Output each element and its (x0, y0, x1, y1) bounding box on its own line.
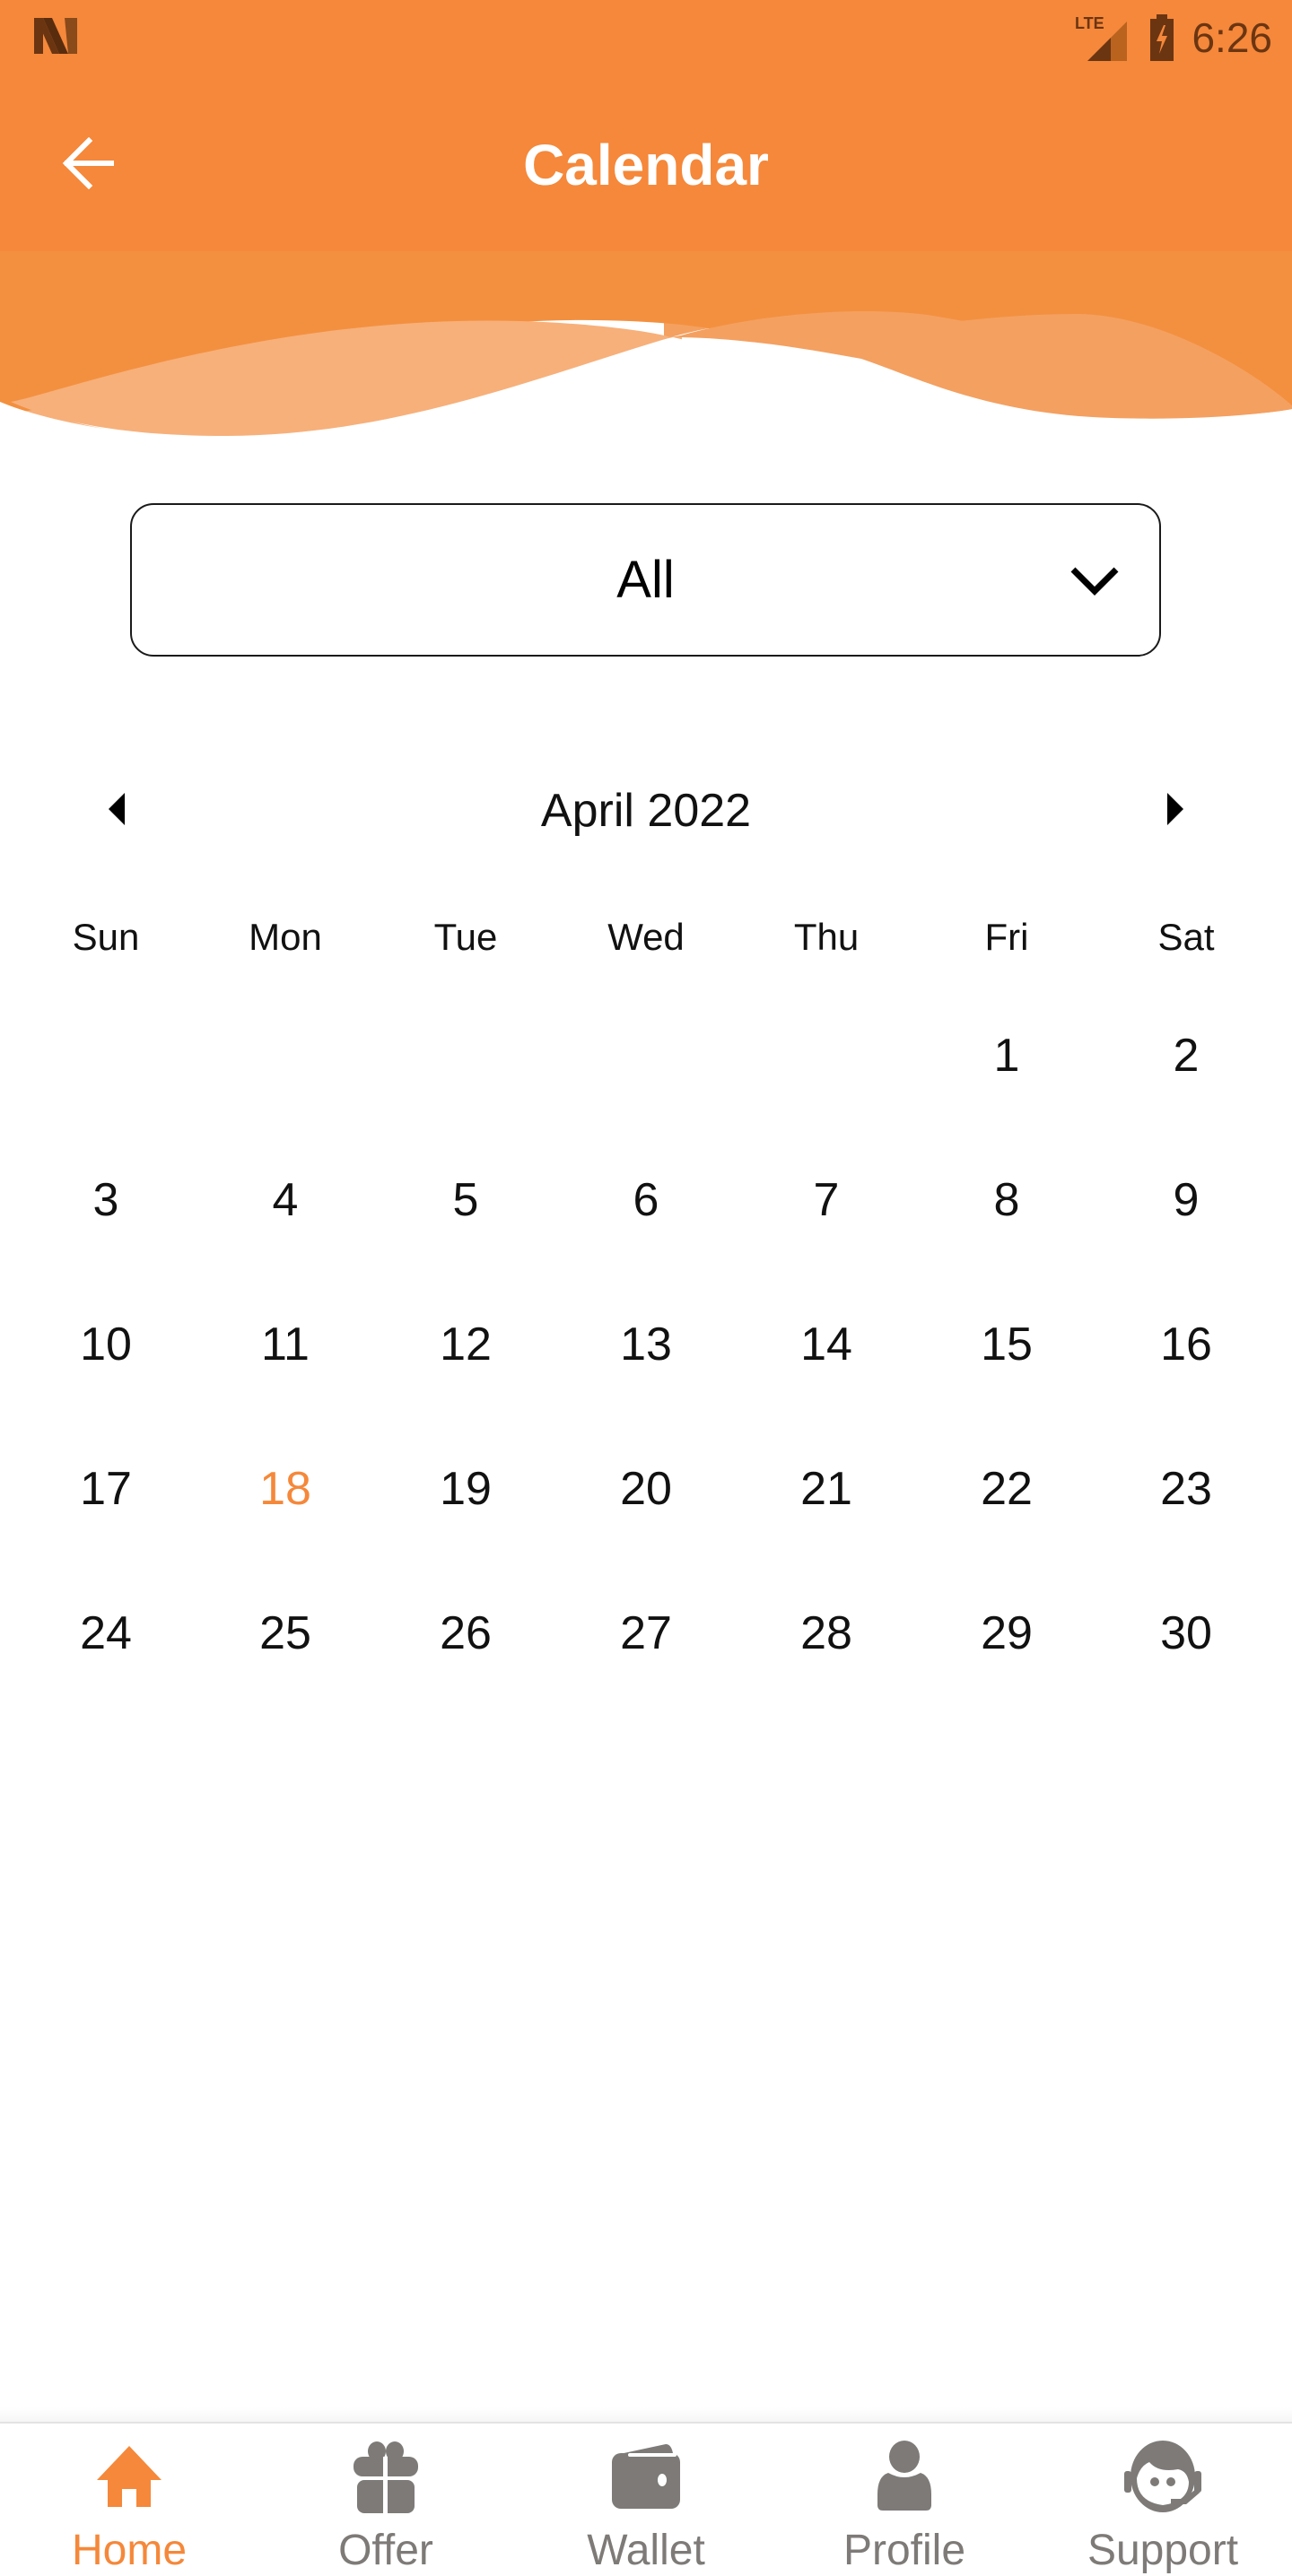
nav-item-wallet[interactable]: Wallet (517, 2424, 775, 2575)
home-icon (89, 2436, 170, 2517)
support-agent-icon (1122, 2436, 1203, 2517)
calendar-day[interactable]: 10 (34, 1291, 178, 1398)
calendar-day[interactable]: 14 (755, 1291, 898, 1398)
calendar-day[interactable]: 13 (574, 1291, 718, 1398)
calendar-day[interactable]: 15 (935, 1291, 1078, 1398)
calendar-day[interactable]: 6 (574, 1146, 718, 1254)
calendar-day[interactable]: 25 (214, 1580, 357, 1687)
weekday-label: Fri (984, 916, 1029, 958)
header-background (0, 0, 1292, 448)
nav-label-home: Home (71, 2527, 188, 2574)
calendar-day[interactable]: 21 (755, 1435, 898, 1543)
status-icons: LTE 6:26 (1075, 11, 1272, 65)
dropdown-selected-value: All (616, 551, 675, 609)
calendar-day[interactable]: 16 (1114, 1291, 1258, 1398)
calendar-day[interactable]: 28 (755, 1580, 898, 1687)
calendar-day[interactable]: 24 (34, 1580, 178, 1687)
wallet-icon (606, 2436, 686, 2517)
nav-label-support: Support (1087, 2527, 1239, 2574)
nav-item-home[interactable]: Home (0, 2424, 258, 2575)
nav-label-profile: Profile (842, 2527, 966, 2574)
calendar-day[interactable]: 1 (935, 1002, 1078, 1110)
calendar-day-today[interactable]: 18 (214, 1435, 357, 1543)
page-title: Calendar (523, 133, 769, 197)
person-icon (864, 2436, 945, 2517)
calendar-day[interactable]: 12 (394, 1291, 537, 1398)
calendar-day[interactable]: 9 (1114, 1146, 1258, 1254)
calendar-day[interactable]: 27 (574, 1580, 718, 1687)
weekday-label: Thu (793, 916, 860, 958)
calendar-day[interactable]: 3 (34, 1146, 178, 1254)
triangle-right-icon (1167, 793, 1183, 825)
weekday-label: Mon (249, 916, 322, 958)
calendar-day[interactable]: 30 (1114, 1580, 1258, 1687)
nav-label-wallet: Wallet (587, 2527, 705, 2574)
weekday-label: Wed (607, 916, 685, 958)
calendar-day[interactable]: 20 (574, 1435, 718, 1543)
calendar-day[interactable]: 5 (394, 1146, 537, 1254)
calendar-day[interactable]: 11 (214, 1291, 357, 1398)
nav-item-support[interactable]: Support (1034, 2424, 1292, 2575)
calendar-day[interactable]: 26 (394, 1580, 537, 1687)
weekday-label: Tue (433, 916, 498, 958)
nav-label-offer: Offer (338, 2527, 433, 2574)
battery-charging-icon (1150, 14, 1174, 61)
nav-item-offer[interactable]: Offer (257, 2424, 515, 2575)
lte-signal-icon: LTE (1075, 14, 1128, 61)
calendar-day[interactable]: 23 (1114, 1435, 1258, 1543)
next-month-button[interactable] (1153, 780, 1198, 838)
status-time: 6:26 (1192, 14, 1272, 61)
bottom-nav-shadow (0, 2407, 1292, 2422)
calendar-day[interactable]: 8 (935, 1146, 1078, 1254)
gift-icon (345, 2436, 426, 2517)
calendar-day[interactable]: 17 (34, 1435, 178, 1543)
weekday-label: Sun (72, 916, 140, 958)
calendar-day[interactable]: 19 (394, 1435, 537, 1543)
chevron-down-icon (1070, 567, 1119, 596)
category-filter-dropdown[interactable]: All (130, 503, 1161, 657)
calendar-day[interactable]: 7 (755, 1146, 898, 1254)
calendar-day[interactable]: 22 (935, 1435, 1078, 1543)
month-title: April 2022 (540, 785, 752, 837)
calendar-day[interactable]: 29 (935, 1580, 1078, 1687)
notification-n-icon (34, 18, 77, 54)
calendar-day[interactable]: 2 (1114, 1002, 1258, 1110)
lte-label: LTE (1075, 14, 1104, 32)
nav-item-profile[interactable]: Profile (775, 2424, 1034, 2575)
weekday-label: Sat (1157, 916, 1215, 958)
calendar-day[interactable]: 4 (214, 1146, 357, 1254)
